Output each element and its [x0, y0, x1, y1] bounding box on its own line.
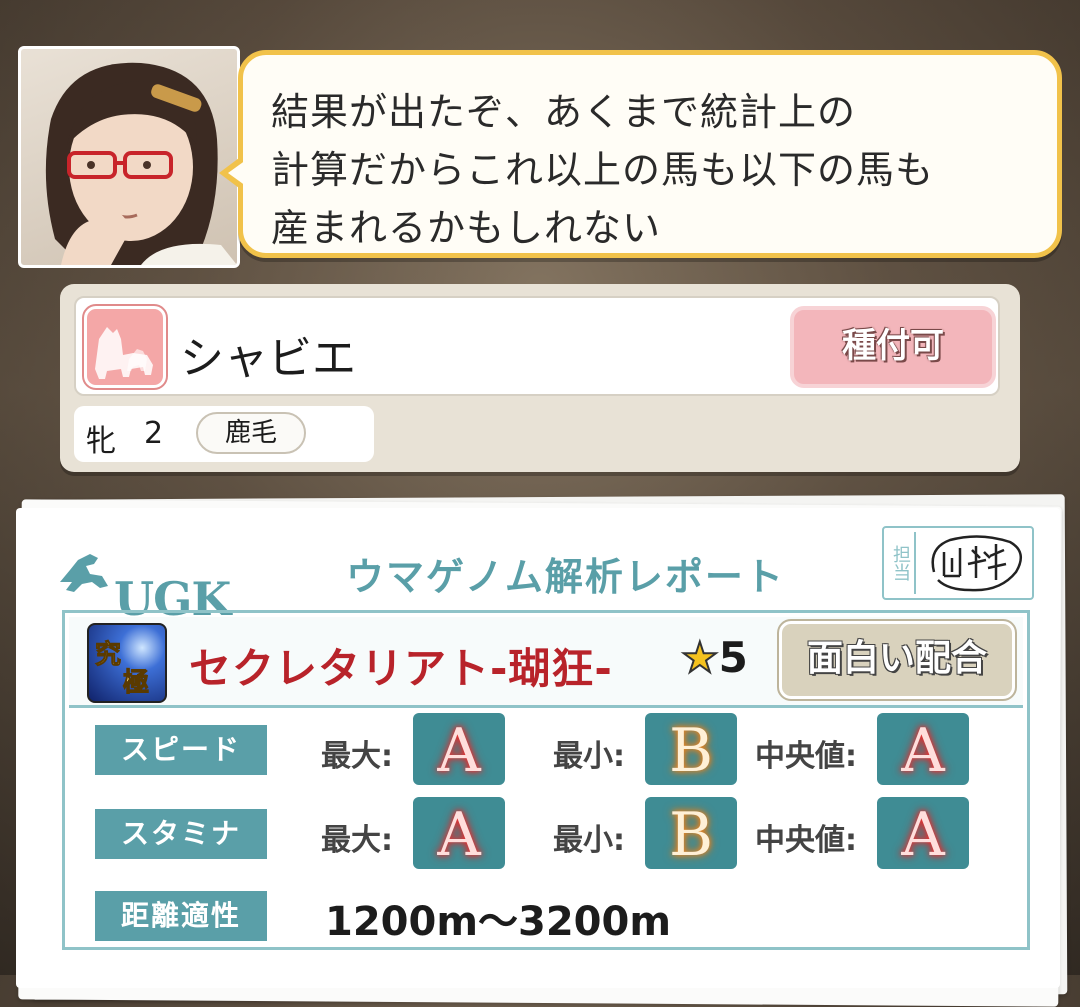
median-grade: A — [877, 797, 969, 870]
horse-name: シャビエ — [180, 333, 356, 384]
horse-header: シャビエ 種付可 — [74, 296, 1000, 396]
max-grade: A — [413, 713, 505, 786]
ugk-logo: UGK — [56, 536, 231, 626]
max-label: 最大: — [321, 739, 393, 774]
svg-text:極: 極 — [123, 668, 149, 698]
max-label: 最大: — [321, 823, 393, 858]
scientist-avatar-icon — [45, 62, 237, 265]
min-label: 最小: — [553, 739, 625, 774]
report-table: 究 極 セクレタリアト-瑚狂- ★5 面白い配合 スピード 最大: A 最小: … — [62, 610, 1030, 950]
distance-value: 1200m〜3200m — [325, 899, 672, 945]
signature-stamp-icon — [931, 535, 1023, 592]
stat-row-stamina: スタミナ 最大: A 最小: B 中央値: A — [69, 793, 1023, 873]
match-badge: 面白い配合 — [777, 619, 1017, 701]
svg-text:究: 究 — [95, 639, 121, 670]
genome-report: UGK ウマゲノム解析レポート 担当 究 極 セクレタリアト-瑚狂- ★5 面白… — [16, 508, 1060, 988]
stat-label: 距離適性 — [95, 891, 267, 941]
approval-stamp-box: 担当 — [882, 526, 1034, 600]
horse-card: シャビエ 種付可 牝 2 鹿毛 — [60, 284, 1020, 472]
stat-row-distance: 距離適性 1200m〜3200m — [69, 875, 1023, 955]
star-rating: ★5 — [680, 632, 748, 683]
stat-row-speed: スピード 最大: A 最小: B 中央値: A — [69, 709, 1023, 789]
stat-label: スピード — [95, 725, 267, 775]
horse-logo-icon — [60, 554, 108, 592]
stamp-label: 担当 — [886, 532, 916, 594]
dialogue-line-3: 産まれるかもしれない — [271, 206, 662, 250]
min-grade: B — [645, 713, 737, 786]
stat-label: スタミナ — [95, 809, 267, 859]
max-grade: A — [413, 797, 505, 870]
coat-color-badge: 鹿毛 — [196, 412, 306, 454]
sire-row: 究 極 セクレタリアト-瑚狂- ★5 面白い配合 — [69, 617, 1023, 708]
ultimate-rank-icon: 究 極 — [87, 623, 167, 703]
speech-bubble: 結果が出たぞ、あくまで統計上の 計算だからこれ以上の馬も以下の馬も 産まれるかも… — [219, 50, 1062, 258]
median-label: 中央値: — [755, 739, 857, 774]
min-label: 最小: — [553, 823, 625, 858]
median-grade: A — [877, 713, 969, 786]
median-label: 中央値: — [755, 823, 857, 858]
breed-button[interactable]: 種付可 — [790, 306, 996, 388]
min-grade: B — [645, 797, 737, 870]
horse-sex: 牝 — [86, 424, 116, 459]
report-title: ウマゲノム解析レポート — [346, 555, 785, 599]
character-portrait — [18, 46, 240, 268]
mare-foal-icon — [82, 304, 168, 390]
horse-age: 2 — [144, 416, 164, 451]
dialogue-line-2: 計算だからこれ以上の馬も以下の馬も — [271, 148, 935, 192]
sire-name: セクレタリアト-瑚狂- — [189, 644, 613, 693]
horse-info-bar: 牝 2 鹿毛 — [74, 406, 374, 462]
star-icon: ★ — [680, 632, 720, 683]
star-count: 5 — [718, 633, 748, 682]
dialogue-line-1: 結果が出たぞ、あくまで統計上の — [271, 90, 857, 134]
